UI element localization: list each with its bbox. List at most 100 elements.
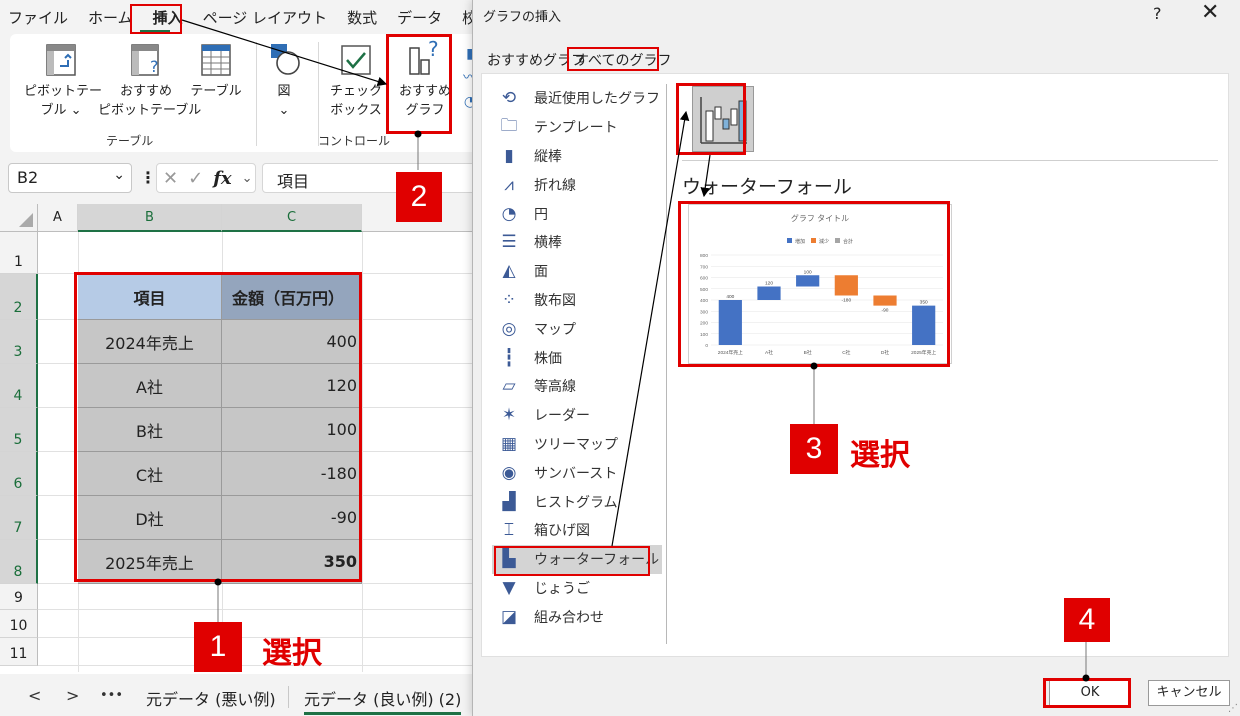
row-header-10[interactable]: 10 bbox=[0, 610, 38, 638]
cancel-icon[interactable]: ✕ bbox=[163, 168, 178, 189]
waterfall-subtype-thumbnail[interactable] bbox=[692, 86, 754, 152]
cell-item[interactable]: D社 bbox=[78, 496, 222, 540]
ok-button[interactable]: OK bbox=[1049, 680, 1131, 706]
chart-type-box-whisker[interactable]: ⌶ 箱ひげ図 bbox=[492, 516, 662, 545]
chart-type-surface-chart[interactable]: ▱ 等高線 bbox=[492, 372, 662, 401]
histogram-icon: ▟ bbox=[502, 491, 516, 512]
next-sheet-icon[interactable]: > bbox=[66, 686, 79, 705]
name-box[interactable]: B2 ⌄ bbox=[8, 163, 132, 193]
menu-page-layout[interactable]: ページ レイアウト bbox=[203, 7, 327, 28]
chevron-down-icon[interactable]: ⌄ bbox=[113, 167, 125, 183]
more-sheets-icon[interactable]: ••• bbox=[100, 688, 123, 703]
select-all-corner[interactable] bbox=[0, 204, 38, 232]
cell-amount[interactable]: 120 bbox=[222, 364, 362, 408]
chart-type-radar-chart[interactable]: ✶ レーダー bbox=[492, 401, 662, 430]
row-header-8[interactable]: 8 bbox=[0, 540, 38, 584]
pivot-table-icon bbox=[46, 44, 76, 76]
row-header-2[interactable]: 2 bbox=[0, 274, 38, 320]
chart-type-bar-chart[interactable]: ☰ 横棒 bbox=[492, 228, 662, 257]
help-icon[interactable]: ? bbox=[1153, 4, 1162, 23]
cell-amount[interactable]: -180 bbox=[222, 452, 362, 496]
stock-chart-icon: ┇ bbox=[503, 347, 515, 368]
waterfall-preview[interactable]: グラフ タイトル 増加 減少 合計 0 100 200 300 400 500 600 700 800 4… bbox=[688, 204, 952, 364]
cell-item[interactable]: C社 bbox=[78, 452, 222, 496]
chart-type-folder[interactable]: 🗀 テンプレート bbox=[492, 113, 662, 142]
chart-type-column-chart[interactable]: ▮ 縦棒 bbox=[492, 142, 662, 171]
chart-type-scatter-chart[interactable]: ⁘ 散布図 bbox=[492, 286, 662, 315]
cell-item[interactable]: A社 bbox=[78, 364, 222, 408]
sheet-tab-active[interactable]: 元データ (良い例) (2) bbox=[304, 686, 462, 715]
function-icon[interactable]: fx bbox=[213, 168, 231, 189]
y-tick-label: 800 bbox=[700, 253, 708, 259]
tab-recommended-charts[interactable]: おすすめグラフ bbox=[487, 50, 585, 70]
chart-type-label: 折れ線 bbox=[534, 177, 576, 194]
chart-type-combo-chart[interactable]: ◪ 組み合わせ bbox=[492, 602, 662, 631]
row-header-9[interactable]: 9 bbox=[0, 584, 38, 610]
cancel-button[interactable]: キャンセル bbox=[1148, 680, 1230, 706]
cell-item[interactable]: 2024年売上 bbox=[78, 320, 222, 364]
cell-amount[interactable]: 350 bbox=[222, 540, 362, 584]
checkbox-label-2: ボックス bbox=[330, 103, 382, 118]
insert-chart-dialog: グラフの挿入 ? ✕ おすすめグラフ すべてのグラフ ⟲ 最近使用したグラフ 🗀 テン… bbox=[472, 0, 1240, 716]
chart-type-globe[interactable]: ◎ マップ bbox=[492, 314, 662, 343]
sheet-tab[interactable]: 元データ (悪い例) bbox=[146, 686, 276, 710]
y-tick-label: 600 bbox=[700, 276, 708, 282]
close-icon[interactable]: ✕ bbox=[1201, 0, 1219, 25]
table-button[interactable]: テーブル bbox=[190, 42, 242, 101]
prev-sheet-icon[interactable]: < bbox=[28, 686, 41, 705]
pivot-table-button[interactable]: ピボットテー ブル ⌄ bbox=[24, 42, 102, 120]
chart-type-stock-chart[interactable]: ┇ 株価 bbox=[492, 343, 662, 372]
cell-c2-header[interactable]: 金額（百万円） bbox=[222, 274, 362, 320]
tab-all-charts[interactable]: すべてのグラフ bbox=[575, 50, 671, 70]
chart-type-label: サンバースト bbox=[534, 465, 618, 482]
row-header-4[interactable]: 4 bbox=[0, 364, 38, 408]
cell-item[interactable]: B社 bbox=[78, 408, 222, 452]
chart-type-line-chart[interactable]: ⩘ 折れ線 bbox=[492, 170, 662, 199]
resize-grip-icon[interactable]: ⋰ bbox=[1228, 703, 1238, 714]
menu-home[interactable]: ホーム bbox=[88, 7, 133, 28]
row-header-3[interactable]: 3 bbox=[0, 320, 38, 364]
col-header-b[interactable]: B bbox=[78, 204, 222, 232]
row-header-7[interactable]: 7 bbox=[0, 496, 38, 540]
cell-amount[interactable]: 400 bbox=[222, 320, 362, 364]
cell-item[interactable]: 2025年売上 bbox=[78, 540, 222, 584]
chart-type-label: ウォーターフォール bbox=[534, 552, 660, 569]
checkbox-button[interactable]: チェック ボックス bbox=[326, 42, 386, 120]
chart-type-waterfall[interactable]: ▙ ウォーターフォール bbox=[492, 544, 662, 574]
row-header-11[interactable]: 11 bbox=[0, 638, 38, 666]
menu-formulas[interactable]: 数式 bbox=[347, 7, 377, 28]
chart-type-treemap[interactable]: ▦ ツリーマップ bbox=[492, 430, 662, 459]
menu-insert[interactable]: 挿入 bbox=[153, 7, 183, 28]
col-header-c[interactable]: C bbox=[222, 204, 362, 232]
chevron-down-icon[interactable]: ⌄ bbox=[242, 171, 253, 186]
chart-type-area-chart[interactable]: ◭ 面 bbox=[492, 257, 662, 286]
recommended-pivot-button[interactable]: ? おすすめ ピボットテーブル bbox=[98, 42, 201, 120]
menu-file[interactable]: ファイル bbox=[8, 7, 68, 28]
waterfall-icon: ▙ bbox=[502, 549, 516, 570]
menu-data[interactable]: データ bbox=[397, 7, 442, 28]
recommended-chart-label-2: グラフ bbox=[405, 103, 445, 118]
formula-input[interactable]: 項目 bbox=[262, 163, 480, 193]
col-header-a[interactable]: A bbox=[38, 204, 78, 232]
cell-amount[interactable]: 100 bbox=[222, 408, 362, 452]
worksheet-grid[interactable]: A B C 1 2 3 4 5 6 7 8 9 10 11 項目 金額（百万円） 2024年売上 400 A… bbox=[0, 204, 480, 674]
y-tick-label: 0 bbox=[705, 343, 708, 349]
y-tick-label: 200 bbox=[700, 321, 708, 327]
dialog-title: グラフの挿入 bbox=[483, 10, 562, 25]
chart-type-undo[interactable]: ⟲ 最近使用したグラフ bbox=[492, 84, 662, 113]
col-header-d[interactable] bbox=[362, 204, 480, 232]
more-icon[interactable]: ⋮ bbox=[140, 168, 156, 187]
area-chart-icon: ◭ bbox=[502, 261, 516, 282]
row-header-1[interactable]: 1 bbox=[0, 232, 38, 274]
chart-type-histogram[interactable]: ▟ ヒストグラム bbox=[492, 487, 662, 516]
illustrations-button[interactable]: 図 ⌄ bbox=[264, 42, 304, 120]
check-icon[interactable]: ✓ bbox=[188, 168, 203, 189]
cell-amount[interactable]: -90 bbox=[222, 496, 362, 540]
cell-b2-header[interactable]: 項目 bbox=[78, 274, 222, 320]
chart-type-sunburst[interactable]: ◉ サンバースト bbox=[492, 458, 662, 487]
row-header-5[interactable]: 5 bbox=[0, 408, 38, 452]
row-header-6[interactable]: 6 bbox=[0, 452, 38, 496]
chart-type-funnel[interactable]: ▼ じょうご bbox=[492, 574, 662, 603]
recommended-chart-button[interactable]: ? おすすめ グラフ bbox=[394, 38, 456, 120]
chart-type-pie-chart[interactable]: ◔ 円 bbox=[492, 199, 662, 228]
